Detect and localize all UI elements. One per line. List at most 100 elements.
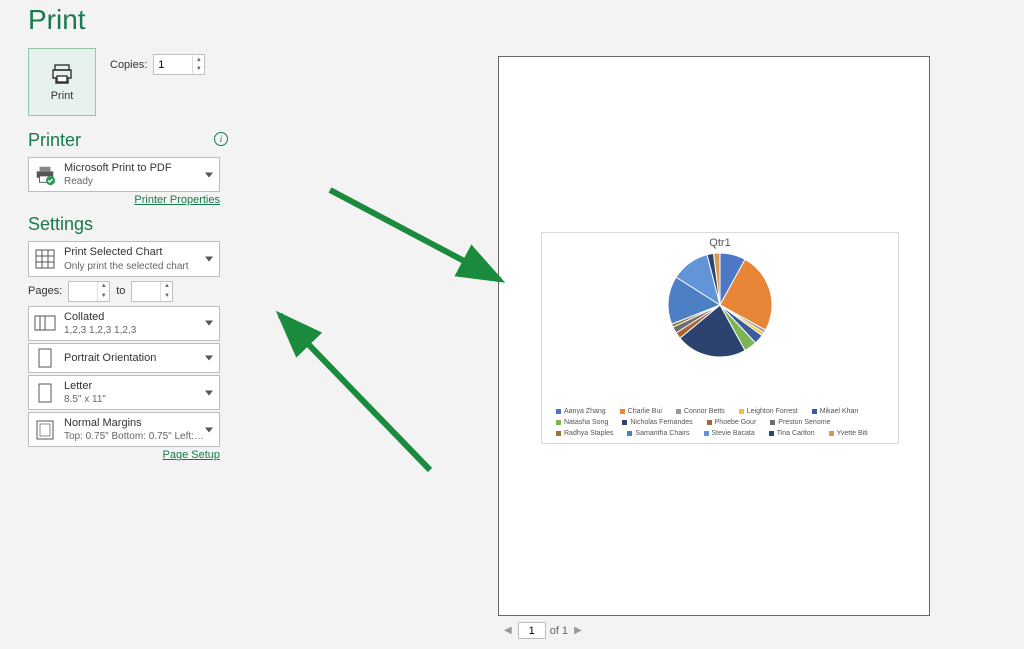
collate-main: Collated <box>64 310 214 324</box>
paper-size-select[interactable]: Letter 8.5" x 11" <box>28 375 220 410</box>
legend-item: Natasha Song <box>556 419 608 426</box>
collate-icon <box>34 312 56 334</box>
legend-swatch <box>704 431 709 436</box>
chart-preview: Qtr1 Aanya Zhang Charlie Bui Connor Betts L… <box>541 232 899 444</box>
pie-chart <box>666 251 774 362</box>
legend-swatch <box>556 431 561 436</box>
legend-swatch <box>627 431 632 436</box>
legend-item: Nicholas Fernandes <box>622 419 692 426</box>
legend-swatch <box>707 420 712 425</box>
portrait-icon <box>34 347 56 369</box>
printer-status: Ready <box>64 175 214 188</box>
margins-icon <box>34 419 56 441</box>
legend-swatch <box>556 409 561 414</box>
chevron-down-icon[interactable]: ▼ <box>98 291 109 301</box>
page-count-label: of 1 <box>550 625 568 637</box>
legend-item: Charlie Bui <box>620 408 662 415</box>
page-icon <box>34 382 56 404</box>
legend-item: Leighton Forrest <box>739 408 798 415</box>
chevron-down-icon <box>205 172 213 177</box>
legend-swatch <box>622 420 627 425</box>
chart-icon <box>34 248 56 270</box>
prev-page-button[interactable]: ◀ <box>502 625 514 636</box>
pages-to-label: to <box>116 285 125 297</box>
page-navigator: ◀ of 1 ▶ <box>502 622 584 639</box>
collate-select[interactable]: Collated 1,2,3 1,2,3 1,2,3 <box>28 306 220 341</box>
annotation-arrow-left <box>260 300 460 480</box>
next-page-button[interactable]: ▶ <box>572 625 584 636</box>
settings-header: Settings <box>28 214 228 235</box>
legend-item: Radhya Staples <box>556 430 613 437</box>
margins-select[interactable]: Normal Margins Top: 0.75" Bottom: 0.75" … <box>28 412 220 447</box>
print-preview-area: Qtr1 Aanya Zhang Charlie Bui Connor Betts L… <box>260 50 1014 639</box>
printer-properties-link[interactable]: Printer Properties <box>28 194 220 206</box>
legend-swatch <box>769 431 774 436</box>
legend-item: Preston Senome <box>770 419 830 426</box>
legend-swatch <box>829 431 834 436</box>
print-button-label: Print <box>51 90 74 102</box>
legend-label: Mikael Khan <box>820 408 859 415</box>
pages-from-input[interactable] <box>69 282 97 301</box>
legend-swatch <box>812 409 817 414</box>
legend-swatch <box>676 409 681 414</box>
chevron-down-icon <box>205 256 213 261</box>
collate-sub: 1,2,3 1,2,3 1,2,3 <box>64 324 214 337</box>
pages-from-spinner[interactable]: ▲▼ <box>68 281 110 302</box>
print-button[interactable]: Print <box>28 48 96 116</box>
printer-header: Printer <box>28 130 228 151</box>
pages-label: Pages: <box>28 285 62 297</box>
copies-input[interactable] <box>154 55 192 74</box>
printer-select[interactable]: Microsoft Print to PDF Ready <box>28 157 220 192</box>
orientation-select[interactable]: Portrait Orientation <box>28 343 220 373</box>
legend-item: Yvette Biti <box>829 430 868 437</box>
page-setup-link[interactable]: Page Setup <box>28 449 220 461</box>
chevron-down-icon <box>205 427 213 432</box>
legend-item: Aanya Zhang <box>556 408 606 415</box>
printer-icon <box>49 62 75 86</box>
chevron-down-icon <box>205 321 213 326</box>
margins-main: Normal Margins <box>64 416 214 430</box>
legend-swatch <box>770 420 775 425</box>
legend-label: Aanya Zhang <box>564 408 606 415</box>
legend-item: Connor Betts <box>676 408 725 415</box>
page-title: Print <box>0 0 1024 36</box>
page-number-input[interactable] <box>518 622 546 639</box>
legend-label: Natasha Song <box>564 419 608 426</box>
legend-label: Yvette Biti <box>837 430 868 437</box>
scope-main: Print Selected Chart <box>64 245 214 259</box>
chevron-up-icon[interactable]: ▲ <box>193 55 204 65</box>
pages-to-spinner[interactable]: ▲▼ <box>131 281 173 302</box>
legend-label: Radhya Staples <box>564 430 613 437</box>
legend-item: Samantha Chairs <box>627 430 689 437</box>
chevron-down-icon[interactable]: ▼ <box>193 65 204 75</box>
scope-sub: Only print the selected chart <box>64 260 214 273</box>
chart-title: Qtr1 <box>542 237 898 249</box>
legend-item: Mikael Khan <box>812 408 859 415</box>
legend-swatch <box>556 420 561 425</box>
pages-to-input[interactable] <box>132 282 160 301</box>
copies-spinner[interactable]: ▲ ▼ <box>153 54 205 75</box>
legend-item: Tina Carlton <box>769 430 815 437</box>
legend-swatch <box>620 409 625 414</box>
orientation-main: Portrait Orientation <box>64 351 214 365</box>
legend-label: Phoebe Gour <box>715 419 757 426</box>
printer-name: Microsoft Print to PDF <box>64 161 214 175</box>
chevron-up-icon[interactable]: ▲ <box>161 282 172 292</box>
legend-swatch <box>739 409 744 414</box>
margins-sub: Top: 0.75" Bottom: 0.75" Left:… <box>64 430 214 443</box>
info-icon[interactable]: i <box>214 132 228 146</box>
print-options-panel: Print Copies: ▲ ▼ i Printer Microsoft Pr… <box>28 48 228 469</box>
legend-label: Preston Senome <box>778 419 830 426</box>
page-preview: Qtr1 Aanya Zhang Charlie Bui Connor Betts L… <box>498 56 930 616</box>
copies-label: Copies: <box>110 59 147 71</box>
chevron-down-icon <box>205 390 213 395</box>
legend-label: Charlie Bui <box>628 408 662 415</box>
legend-item: Phoebe Gour <box>707 419 757 426</box>
legend-label: Leighton Forrest <box>747 408 798 415</box>
print-scope-select[interactable]: Print Selected Chart Only print the sele… <box>28 241 220 276</box>
chevron-down-icon <box>205 355 213 360</box>
printer-status-icon <box>34 164 56 186</box>
chevron-up-icon[interactable]: ▲ <box>98 282 109 292</box>
annotation-arrow-right <box>320 180 520 300</box>
chevron-down-icon[interactable]: ▼ <box>161 291 172 301</box>
